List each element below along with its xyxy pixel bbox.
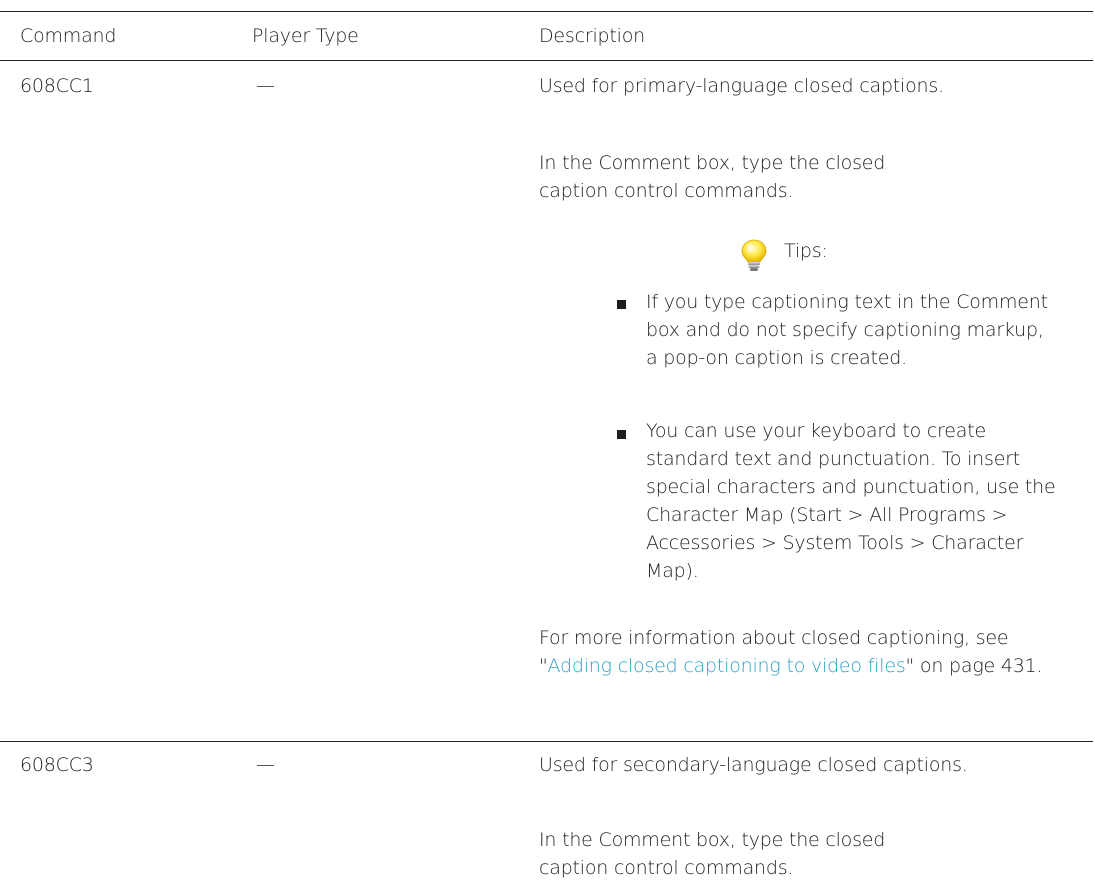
- row1-more-info: For more information about closed captio…: [539, 624, 1069, 680]
- tip-item: If you type captioning text in the Comme…: [646, 291, 1048, 369]
- tip2-bullet-mark: [617, 430, 626, 439]
- row-separator: [0, 741, 1093, 742]
- row2-player-type: —: [256, 754, 275, 776]
- closed-captioning-link[interactable]: Adding closed captioning to video files: [548, 655, 906, 677]
- row2-command: 608CC3: [20, 754, 94, 776]
- tip-item: You can use your keyboard to create stan…: [646, 420, 1056, 582]
- row2-comment-instruction: In the Comment box, type the closed capt…: [539, 829, 886, 879]
- header-command: Command: [20, 25, 117, 47]
- more-info-suffix: " on page 431.: [905, 655, 1043, 677]
- tip1-bullet-mark: [617, 300, 626, 309]
- row2-description-intro: Used for secondary-language closed capti…: [539, 754, 968, 776]
- tips-label: Tips:: [784, 240, 828, 262]
- row1-comment-instruction: In the Comment box, type the closed capt…: [539, 152, 886, 202]
- row1-description-intro: Used for primary-language closed caption…: [539, 75, 944, 97]
- row1-command: 608CC1: [20, 75, 94, 97]
- table-top-rule: [0, 11, 1093, 12]
- lightbulb-icon: [741, 239, 767, 271]
- row1-player-type: —: [256, 75, 275, 97]
- header-player-type: Player Type: [252, 25, 359, 47]
- header-description: Description: [539, 25, 646, 47]
- header-bottom-rule: [0, 60, 1093, 61]
